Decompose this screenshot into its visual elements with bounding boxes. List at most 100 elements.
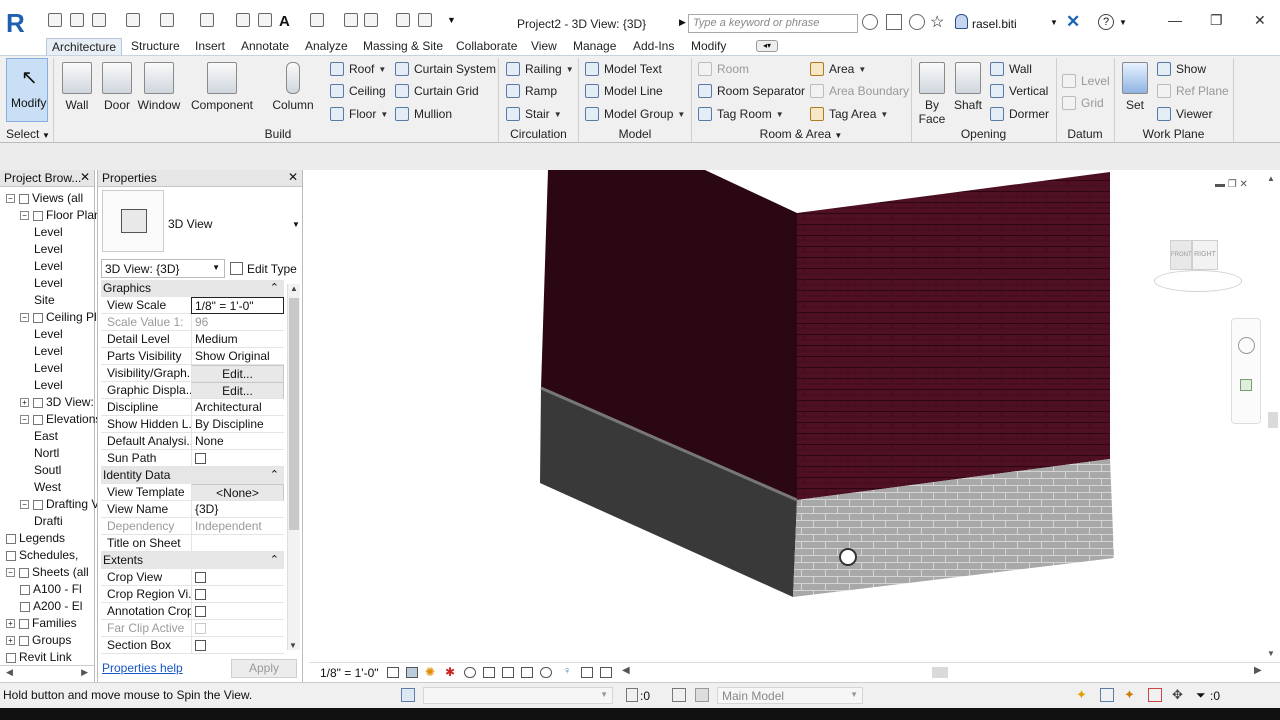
select-dropdown-icon[interactable]: ▼ [42, 131, 50, 140]
viewcube-compass-ring[interactable] [1154, 270, 1242, 292]
wall-opening-button[interactable]: Wall [990, 60, 1032, 78]
browser-node-drafting-views[interactable]: − Drafting V [20, 496, 99, 513]
open-icon[interactable] [48, 13, 62, 27]
browser-node-3d-views[interactable]: +3D View: [20, 394, 94, 411]
curtain-grid-button[interactable]: Curtain Grid [395, 82, 479, 100]
browser-node-level[interactable]: Level [34, 343, 63, 360]
room-separator-button[interactable]: Room Separator [698, 82, 805, 100]
close-icon[interactable]: ✕ [288, 170, 298, 184]
expand-toggle-icon[interactable]: − [20, 415, 29, 425]
property-checkbox[interactable] [195, 453, 206, 464]
tab-insert[interactable]: Insert [190, 38, 230, 55]
temporary-view-properties-icon[interactable] [581, 667, 593, 678]
browser-node-level[interactable]: Level [34, 360, 63, 377]
tab-view[interactable]: View [526, 38, 562, 55]
type-name[interactable]: 3D View [168, 217, 212, 231]
browser-node-level[interactable]: Level [34, 224, 63, 241]
viewcube[interactable]: FRONT RIGHT [1154, 240, 1242, 296]
drag-elements-icon[interactable]: ✥ [1172, 687, 1183, 703]
close-window-icon[interactable]: ✕ [1254, 12, 1266, 29]
favorites-star-icon[interactable]: ☆ [930, 12, 944, 32]
tab-structure[interactable]: Structure [126, 38, 185, 55]
property-value[interactable]: None [191, 433, 284, 450]
expand-toggle-icon[interactable]: + [20, 398, 29, 408]
tab-modify[interactable]: Modify [686, 38, 731, 55]
viewer-button[interactable]: Viewer [1157, 105, 1212, 123]
area-button[interactable]: Area ▼ [810, 60, 866, 78]
ribbon-minimize-icon[interactable]: ◂▾ [756, 40, 778, 52]
property-value[interactable]: Show Original [191, 348, 284, 365]
scroll-down-icon[interactable]: ▼ [289, 641, 297, 650]
property-group-graphics[interactable]: Graphics ⌃ [101, 280, 284, 297]
thin-lines-icon[interactable] [364, 13, 378, 27]
select-underlay-icon[interactable] [1100, 688, 1114, 702]
shadows-icon[interactable]: ✱ [445, 665, 455, 679]
property-checkbox[interactable] [195, 572, 206, 583]
section-icon[interactable] [344, 13, 358, 27]
model-group-button[interactable]: Model Group ▼ [585, 105, 685, 123]
browser-node-sheets[interactable]: − Sheets (all [6, 564, 89, 581]
redo-icon[interactable] [160, 13, 174, 27]
reveal-hidden-icon[interactable]: ♀ [563, 665, 571, 677]
visual-style-icon[interactable] [406, 667, 418, 678]
property-value[interactable]: Architectural [191, 399, 284, 416]
dormer-button[interactable]: Dormer [990, 105, 1049, 123]
browser-node-groups[interactable]: + Groups [6, 632, 71, 649]
switch-windows-icon[interactable] [418, 13, 432, 27]
browser-node-elevations[interactable]: − Elevations [20, 411, 101, 428]
minimize-window-icon[interactable]: — [1168, 12, 1182, 28]
room-area-panel-label[interactable]: Room & Area ▼ [692, 127, 910, 141]
browser-node-level[interactable]: Level [34, 275, 63, 292]
model-text-button[interactable]: Model Text [585, 60, 662, 78]
browser-node-level[interactable]: Level [34, 377, 63, 394]
wall-button[interactable]: Wall [60, 58, 94, 112]
help-icon[interactable]: ? [1098, 14, 1114, 30]
browser-node-revit-links[interactable]: Revit Link [6, 649, 72, 666]
tab-massing-site[interactable]: Massing & Site [358, 38, 448, 55]
instance-selector[interactable]: 3D View: {3D} ▼ [101, 259, 225, 278]
select-links-icon[interactable]: ✦ [1076, 687, 1087, 703]
property-value[interactable] [191, 603, 284, 620]
restore-window-icon[interactable]: ❐ [1210, 12, 1223, 29]
view-scale[interactable]: 1/8" = 1'-0" [320, 666, 379, 680]
scroll-thumb[interactable] [1268, 412, 1278, 428]
tag-room-button[interactable]: Tag Room ▼ [698, 105, 784, 123]
property-value[interactable]: Independent [191, 518, 284, 535]
property-value[interactable]: 96 [191, 314, 284, 331]
scroll-up-icon[interactable]: ▲ [1267, 174, 1275, 183]
show-crop-region-icon[interactable] [502, 667, 514, 678]
expand-toggle-icon[interactable]: + [6, 619, 15, 629]
set-work-plane-button[interactable]: Set [1118, 58, 1152, 112]
search-binoculars-icon[interactable] [862, 14, 878, 30]
browser-node-schedules[interactable]: Schedules, [6, 547, 78, 564]
window-button[interactable]: Window [136, 58, 182, 112]
steering-wheel-icon[interactable] [1238, 337, 1255, 354]
browser-node-west[interactable]: West [34, 479, 61, 496]
view-vscroll[interactable]: ▲ ▼ [1267, 174, 1279, 658]
sun-path-icon[interactable]: ✺ [425, 665, 435, 679]
property-value[interactable]: By Discipline [191, 416, 284, 433]
edit-type-button[interactable]: Edit Type [230, 259, 300, 278]
dimension-icon[interactable] [236, 13, 250, 27]
temporary-hide-icon[interactable] [540, 667, 552, 678]
property-checkbox[interactable] [195, 623, 206, 634]
tag-icon[interactable] [258, 13, 272, 27]
communication-center-icon[interactable] [909, 14, 925, 30]
zoom-icon[interactable] [1240, 379, 1252, 391]
expand-toggle-icon[interactable]: + [6, 636, 15, 646]
property-value[interactable]: Medium [191, 331, 284, 348]
browser-node-level[interactable]: Level [34, 326, 63, 343]
ref-plane-button[interactable]: Ref Plane [1157, 82, 1229, 100]
scroll-down-icon[interactable]: ▼ [1267, 649, 1275, 658]
property-value[interactable]: <None> [191, 484, 284, 501]
grid-button[interactable]: Grid [1062, 94, 1104, 112]
area-boundary-button[interactable]: Area Boundary [810, 82, 909, 100]
property-group-extents[interactable]: Extents ⌃ [101, 552, 284, 569]
apply-button[interactable]: Apply [231, 659, 297, 678]
3d-view-canvas[interactable]: ▬ ❐ ✕ FRONT RIGHT ▲ ▼ [309, 170, 1280, 662]
viewcube-right-face[interactable]: RIGHT [1192, 240, 1218, 270]
property-checkbox[interactable] [195, 640, 206, 651]
browser-node-north[interactable]: Nortl [34, 445, 59, 462]
lock-view-icon[interactable] [521, 667, 533, 678]
browser-node-drafting[interactable]: Drafti [34, 513, 63, 530]
